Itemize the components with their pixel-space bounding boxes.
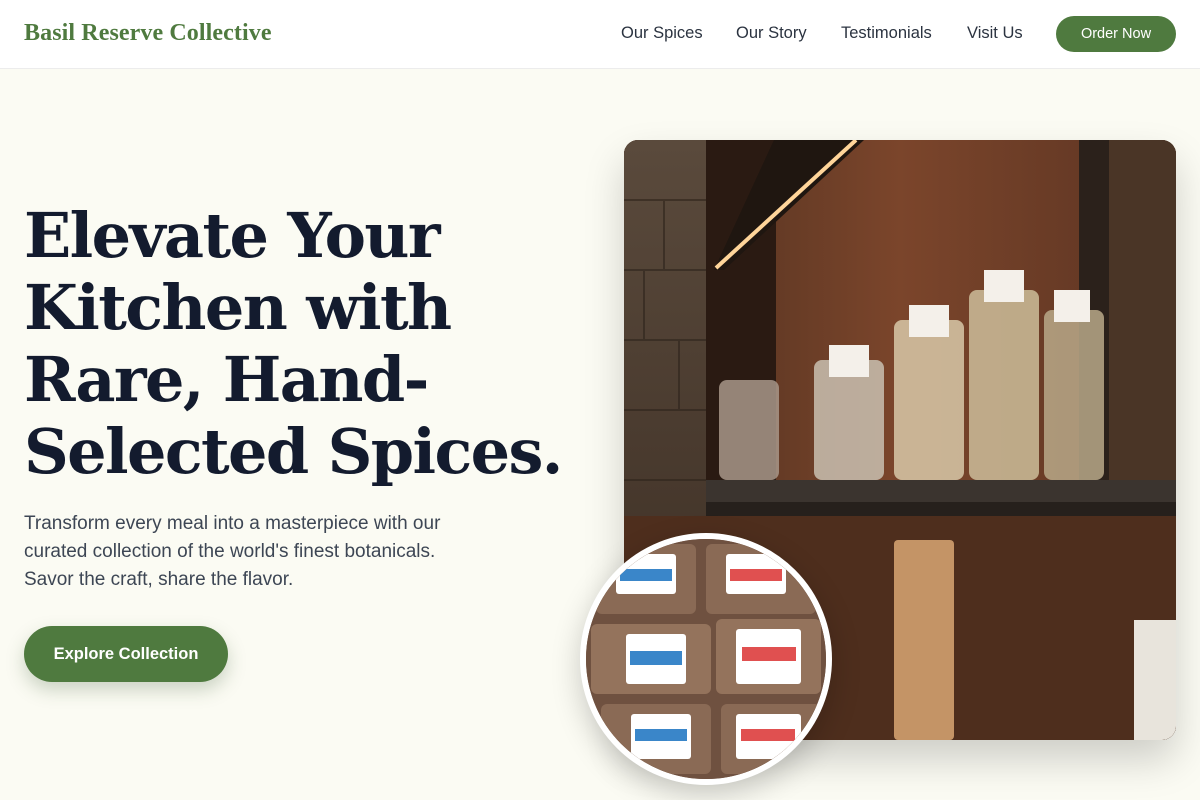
nav-our-story[interactable]: Our Story (736, 24, 807, 44)
brownie-packs-illustration (586, 539, 826, 779)
hero-title-line: Kitchen with (24, 271, 452, 344)
hero-title-line: Elevate Your (24, 199, 441, 272)
hero-title-line: Selected Spices. (24, 415, 563, 488)
hero-subtitle: Transform every meal into a masterpiece … (24, 510, 514, 594)
nav-our-spices[interactable]: Our Spices (621, 24, 703, 44)
explore-collection-button[interactable]: Explore Collection (24, 626, 228, 682)
hero-subtitle-line: curated collection of the world's finest… (24, 541, 436, 562)
hero-subtitle-line: Transform every meal into a masterpiece … (24, 513, 441, 534)
hero-title: Elevate Your Kitchen with Rare, Hand- Se… (24, 200, 584, 488)
nav-visit-us[interactable]: Visit Us (967, 24, 1023, 44)
hero-title-line: Rare, Hand- (24, 343, 429, 416)
nav-testimonials[interactable]: Testimonials (841, 24, 932, 44)
hero-subtitle-line: Savor the craft, share the flavor. (24, 569, 294, 590)
product-closeup-photo (580, 533, 832, 785)
site-header: Basil Reserve Collective Our Spices Our … (0, 0, 1200, 69)
order-now-button[interactable]: Order Now (1056, 16, 1176, 52)
brand-logo[interactable]: Basil Reserve Collective (24, 20, 272, 47)
